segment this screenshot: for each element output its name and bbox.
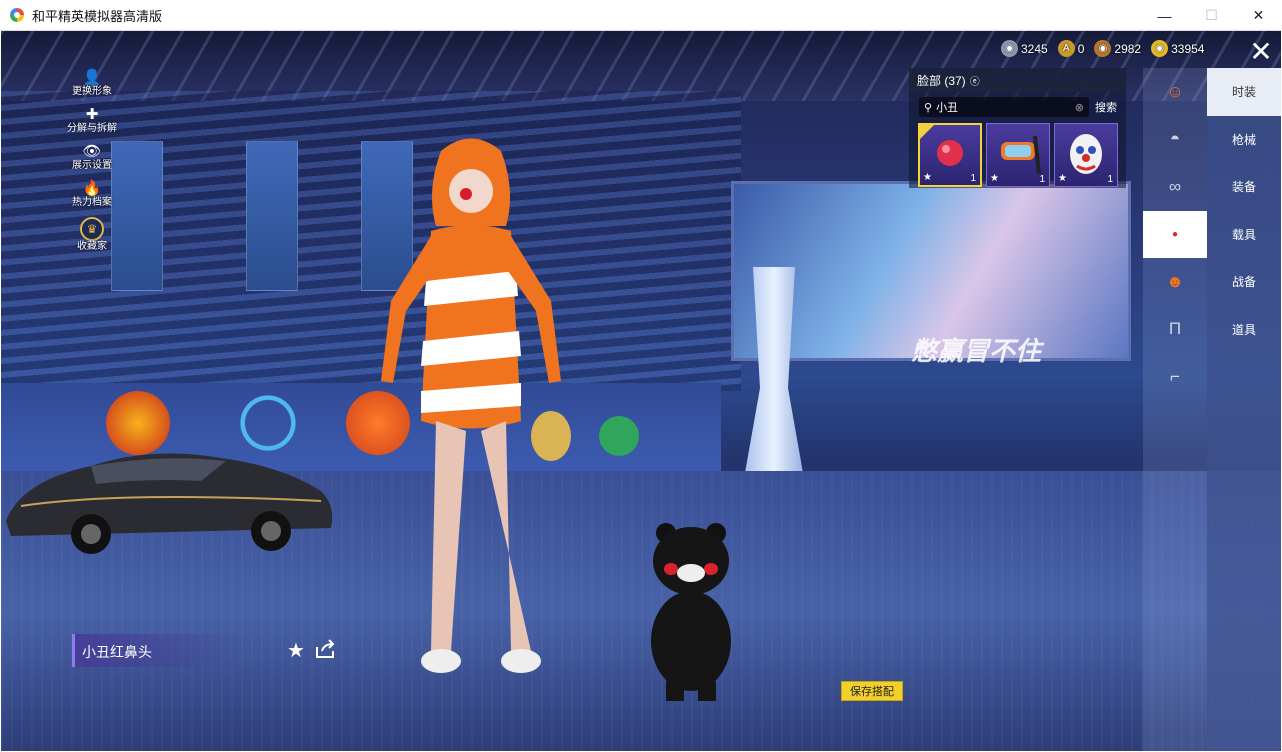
- tab-props[interactable]: 道具: [1207, 306, 1281, 354]
- game-viewport: 憋赢冒不住 👤 更换形象 ✚ 分解与拆解 👁 展示设置 🔥 热力档案 ♛ 收藏家…: [1, 31, 1281, 751]
- rail-shoes[interactable]: ⌐: [1143, 353, 1207, 401]
- currency-value: 2982: [1114, 41, 1142, 56]
- clear-search-icon[interactable]: ⊗: [1075, 101, 1084, 114]
- pants-icon: Π: [1168, 319, 1182, 339]
- rail-glasses[interactable]: ∞: [1143, 163, 1207, 211]
- heat-archive-button[interactable]: 🔥 热力档案: [57, 180, 127, 217]
- category-header: 脸部 (37) ⓔ: [909, 68, 1126, 92]
- silver-coin-icon: ◉: [1001, 40, 1018, 57]
- item-count: 1: [970, 173, 976, 184]
- item-panel: 脸部 (37) ⓔ ⚲ 小丑 ⊗ 搜索 ★ 1 ★ 1 ★ 1: [909, 68, 1126, 188]
- player-character: [381, 138, 561, 673]
- item-clown-red-nose[interactable]: ★ 1: [918, 123, 982, 187]
- menu-label: 更换形象: [72, 86, 112, 97]
- category-title: 脸部 (37): [917, 73, 966, 88]
- close-wardrobe-button[interactable]: ✕: [1245, 37, 1277, 67]
- rail-face[interactable]: ●: [1143, 210, 1207, 258]
- item-diving-mask[interactable]: ★ 1: [986, 123, 1050, 187]
- selected-item-name: 小丑红鼻头: [72, 634, 242, 667]
- puzzle-icon: ✚: [85, 106, 99, 123]
- menu-label: 收藏家: [77, 241, 107, 252]
- tab-vehicles[interactable]: 载具: [1207, 211, 1281, 259]
- item-clown-mask[interactable]: ★ 1: [1054, 123, 1118, 187]
- tab-weapons[interactable]: 枪械: [1207, 116, 1281, 164]
- menu-label: 展示设置: [72, 160, 112, 171]
- currency-gold: A 0: [1057, 40, 1085, 57]
- currency-silver: ◉ 3245: [1001, 40, 1048, 57]
- currency-bar: ◉ 3245 A 0 ◉ 2982 ◉ 33954: [1001, 40, 1204, 57]
- item-count: 1: [1039, 174, 1045, 185]
- currency-coupon: ◉ 33954: [1151, 40, 1204, 57]
- menu-label: 分解与拆解: [67, 123, 117, 134]
- search-icon: ⚲: [924, 101, 933, 114]
- rail-pants[interactable]: Π: [1143, 306, 1207, 354]
- flame-icon: 🔥: [82, 180, 102, 197]
- person-icon: 👤: [82, 69, 102, 86]
- gold-coin-icon: A: [1057, 40, 1075, 57]
- cap-icon: ◓: [1169, 129, 1181, 149]
- item-grid: ★ 1 ★ 1 ★ 1: [918, 123, 1118, 187]
- minimize-button[interactable]: —: [1141, 0, 1188, 31]
- category-tabs: 时装 枪械 装备 载具 战备 道具: [1207, 68, 1281, 751]
- shoes-icon: ⌐: [1170, 366, 1180, 386]
- outfit-icon: ☻: [1166, 271, 1184, 291]
- window-title: 和平精英模拟器高清版: [32, 8, 163, 24]
- team-logo: [599, 416, 639, 456]
- currency-value: 33954: [1171, 41, 1205, 56]
- currency-value: 0: [1077, 41, 1085, 56]
- coupon-icon: ◉: [1151, 40, 1169, 57]
- search-bar: ⚲ 小丑 ⊗ 搜索: [919, 97, 1119, 117]
- kumamon-companion: [651, 523, 731, 701]
- currency-value: 3245: [1021, 41, 1048, 56]
- search-input-value: 小丑: [936, 102, 959, 114]
- sports-car: [6, 453, 333, 554]
- left-side-menu: 👤 更换形象 ✚ 分解与拆解 👁 展示设置 🔥 热力档案 ♛ 收藏家: [57, 69, 127, 261]
- change-avatar-button[interactable]: 👤 更换形象: [57, 69, 127, 106]
- favorite-star-icon: ★: [1058, 173, 1067, 184]
- close-window-button[interactable]: ✕: [1235, 0, 1282, 31]
- item-count: 1: [1107, 174, 1113, 185]
- search-button[interactable]: 搜索: [1095, 99, 1117, 115]
- menu-label: 热力档案: [72, 197, 112, 208]
- character-head-icon: ☺: [1166, 81, 1184, 101]
- favorite-button[interactable]: ★: [287, 638, 305, 663]
- favorite-star-icon: ★: [923, 172, 932, 183]
- selected-check-icon: [920, 125, 934, 139]
- search-input[interactable]: ⚲ 小丑 ⊗: [919, 97, 1089, 117]
- slot-rail: ☺ ◓ ∞ ● ☻ Π ⌐: [1143, 68, 1207, 751]
- rail-cap[interactable]: ◓: [1143, 116, 1207, 164]
- hanging-banner: [246, 141, 298, 291]
- currency-bronze: ◉ 2982: [1094, 40, 1141, 57]
- window-controls: — ☐ ✕: [1141, 0, 1282, 31]
- collector-badge-icon: ♛: [80, 217, 104, 241]
- maximize-button[interactable]: ☐: [1188, 0, 1235, 31]
- rail-character-head[interactable]: ☺: [1143, 68, 1207, 116]
- save-outfit-button[interactable]: 保存搭配: [841, 681, 903, 701]
- dismantle-button[interactable]: ✚ 分解与拆解: [57, 106, 127, 143]
- collector-button[interactable]: ♛ 收藏家: [57, 217, 127, 261]
- window-titlebar: 和平精英模拟器高清版 — ☐ ✕: [0, 0, 1282, 31]
- favorite-star-icon: ★: [990, 173, 999, 184]
- glasses-icon: ∞: [1168, 176, 1182, 196]
- arena-screen-text: 憋赢冒不住: [911, 336, 1042, 366]
- eye-icon: 👁: [82, 143, 102, 160]
- display-settings-button[interactable]: 👁 展示设置: [57, 143, 127, 180]
- app-logo-icon: [10, 8, 24, 22]
- tab-equipment[interactable]: 装备: [1207, 163, 1281, 211]
- bronze-coin-icon: ◉: [1094, 40, 1112, 57]
- info-icon[interactable]: ⓔ: [970, 73, 980, 88]
- tab-battle-gear[interactable]: 战备: [1207, 258, 1281, 306]
- rail-outfit[interactable]: ☻: [1143, 258, 1207, 306]
- red-nose-icon: ●: [1171, 228, 1179, 240]
- tab-fashion[interactable]: 时装: [1207, 68, 1281, 116]
- share-icon[interactable]: [314, 639, 336, 659]
